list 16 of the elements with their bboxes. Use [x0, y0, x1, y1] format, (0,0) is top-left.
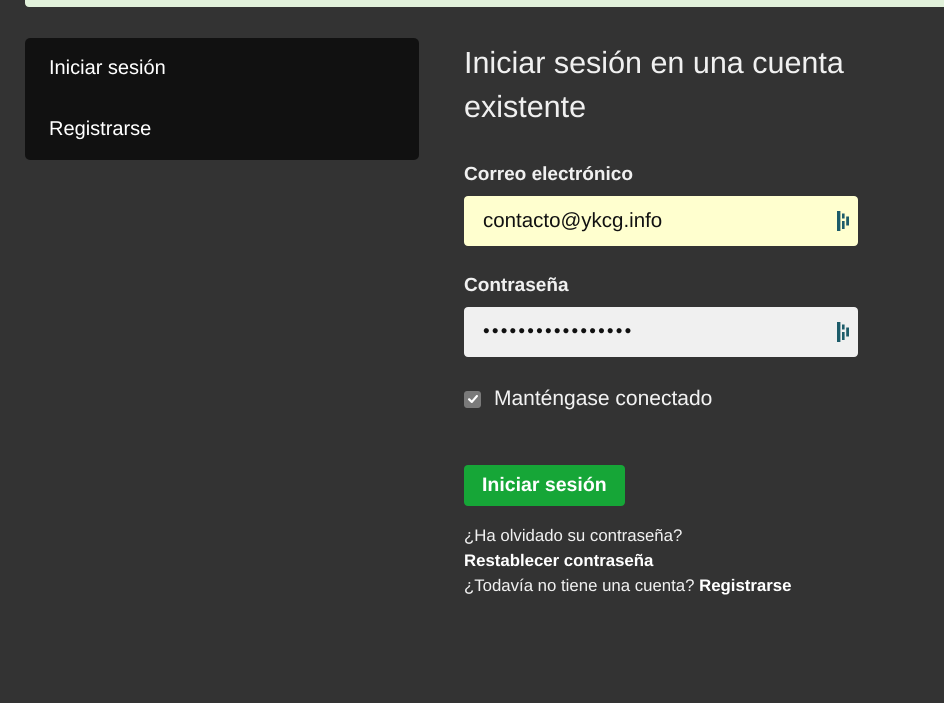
page-heading: Iniciar sesión en una cuenta existente — [464, 45, 845, 126]
bars-icon[interactable] — [837, 322, 849, 342]
help-link[interactable]: Restablecer contraseña — [464, 551, 654, 570]
help-text: ¿Todavía no tiene una cuenta? Registrarse — [464, 575, 792, 597]
checkbox[interactable] — [464, 390, 481, 408]
checkmark-icon — [468, 395, 478, 403]
field-label: Contraseña — [464, 275, 569, 297]
checkbox-label: Manténgase conectado — [494, 387, 712, 411]
help-link[interactable]: Registrarse — [699, 576, 792, 595]
field-label: Correo electrónico — [464, 164, 633, 186]
email-field[interactable]: contacto@ykcg.info — [464, 196, 858, 246]
sidebar-item[interactable]: Iniciar sesión — [25, 38, 419, 99]
sidebar-item[interactable]: Registrarse — [25, 99, 419, 160]
password-field[interactable]: ••••••••••••••••• — [464, 307, 858, 357]
bars-icon[interactable] — [837, 211, 849, 231]
help-text: ¿Ha olvidado su contraseña? Restablecer contraseña — [464, 525, 684, 572]
